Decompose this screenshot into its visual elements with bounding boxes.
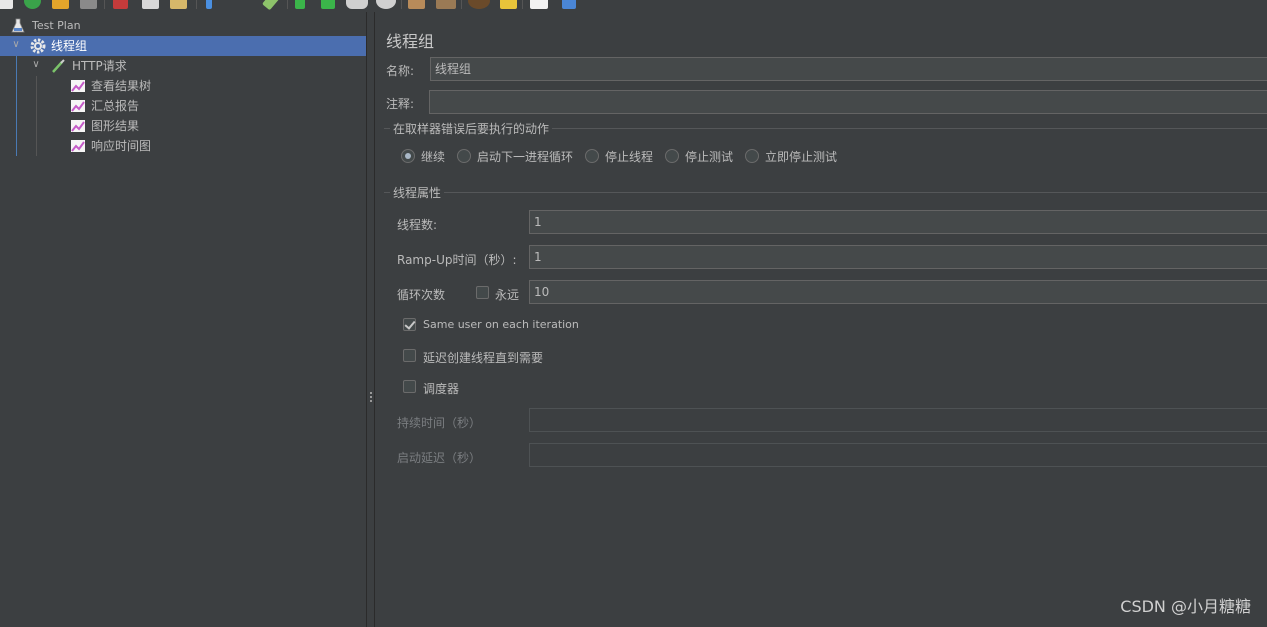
startup-delay-label: 启动延迟（秒） [397,451,482,465]
templates-icon[interactable] [24,0,41,9]
start-icon[interactable] [295,0,305,9]
duration-label: 持续时间（秒） [397,416,482,430]
search-icon[interactable] [468,0,490,9]
radio-start-next-loop-label: 启动下一进程循环 [477,150,574,164]
test-plan-tree: Test Plan ∨ 线程组 ∨ HTTP请求 查看结果树 汇总报告 图形结果… [0,12,366,627]
clear-icon[interactable] [408,0,425,9]
radio-stop-test-now-label: 立即停止测试 [765,150,838,164]
threads-field[interactable]: 1 [529,210,1267,234]
radio-stop-thread[interactable] [585,149,599,163]
same-user-checkbox[interactable] [403,318,416,331]
tree-item-label: 响应时间图 [91,139,152,153]
listener-graph-icon [71,80,85,92]
shutdown-icon[interactable] [376,0,396,9]
function-helper-icon[interactable] [530,0,548,9]
radio-continue[interactable] [401,149,415,163]
sampler-pipette-icon [52,59,65,73]
jmeter-window: Test Plan ∨ 线程组 ∨ HTTP请求 查看结果树 汇总报告 图形结果… [0,0,1267,627]
rampup-field[interactable]: 1 [529,245,1267,269]
threads-label: 线程数: [397,218,438,232]
save-icon[interactable] [80,0,97,9]
splitter-grip-dot [370,392,372,394]
new-icon[interactable] [0,0,13,9]
radio-stop-test-now[interactable] [745,149,759,163]
toolbar-separator [196,0,197,9]
tree-item-label: 汇总报告 [91,99,140,113]
toolbar-separator [104,0,105,9]
gear-icon [30,38,46,54]
toolbar [0,0,1267,12]
chevron-down-icon[interactable]: ∨ [10,39,22,51]
test-plan-icon [11,18,25,33]
toolbar-separator [401,0,402,9]
tree-item-thread-group[interactable]: ∨ 线程组 [0,36,366,56]
tree-item-label: 图形结果 [91,119,140,133]
toolbar-separator [287,0,288,9]
delay-create-checkbox[interactable] [403,349,416,362]
scheduler-label: 调度器 [423,382,460,396]
scheduler-checkbox[interactable] [403,380,416,393]
tree-item-test-plan[interactable]: Test Plan [0,16,366,36]
comment-field[interactable] [429,90,1267,114]
copy-icon[interactable] [142,0,159,9]
tree-item-view-results-tree[interactable]: 查看结果树 [0,76,366,96]
reset-search-icon[interactable] [500,0,517,9]
toggle-icon[interactable] [262,0,280,11]
toolbar-separator [522,0,523,9]
tree-item-label: 查看结果树 [91,79,152,93]
loop-count-label: 循环次数 [397,288,446,302]
rampup-label: Ramp-Up时间（秒）: [397,253,517,267]
name-field[interactable]: 线程组 [430,57,1267,81]
startup-delay-field[interactable] [529,443,1267,467]
chevron-down-icon[interactable]: ∨ [30,59,42,71]
tree-item-response-time-graph[interactable]: 响应时间图 [0,136,366,156]
tree-item-label: HTTP请求 [72,59,127,73]
comment-label: 注释: [386,97,415,111]
tree-item-summary-report[interactable]: 汇总报告 [0,96,366,116]
listener-graph-icon [71,100,85,112]
tree-item-label: 线程组 [51,39,88,53]
panel-splitter[interactable] [366,12,375,627]
radio-stop-test[interactable] [665,149,679,163]
loop-count-field[interactable]: 10 [529,280,1267,304]
help-icon[interactable] [562,0,576,9]
delay-create-label: 延迟创建线程直到需要 [423,351,544,365]
group-border [384,192,1267,193]
listener-graph-icon [71,140,85,152]
radio-start-next-loop[interactable] [457,149,471,163]
forever-checkbox[interactable] [476,286,489,299]
listener-graph-icon [71,120,85,132]
forever-label: 永远 [495,288,520,302]
cut-icon[interactable] [113,0,128,9]
start-no-pause-icon[interactable] [321,0,335,9]
watermark: CSDN @小月糖糖 [1120,597,1251,616]
radio-stop-test-label: 停止测试 [685,150,734,164]
clear-all-icon[interactable] [436,0,456,9]
thread-group-panel: 线程组 名称: 线程组 注释: 在取样器错误后要执行的动作 继续 启动下一进程循… [375,12,1267,627]
tree-item-graph-results[interactable]: 图形结果 [0,116,366,136]
duration-field[interactable] [529,408,1267,432]
same-user-label: Same user on each iteration [423,318,579,331]
stop-icon[interactable] [346,0,368,9]
paste-icon[interactable] [170,0,187,9]
radio-stop-thread-label: 停止线程 [605,150,654,164]
toolbar-separator [461,0,462,9]
open-icon[interactable] [52,0,69,9]
error-action-group-title: 在取样器错误后要执行的动作 [390,120,553,137]
name-label: 名称: [386,64,415,78]
thread-props-group-title: 线程属性 [390,184,445,201]
tree-item-label: Test Plan [32,19,81,32]
splitter-grip-dot [370,396,372,398]
radio-continue-label: 继续 [421,150,446,164]
page-title: 线程组 [386,32,435,51]
splitter-grip-dot [370,400,372,402]
expand-icon[interactable] [206,0,212,9]
tree-item-http-request[interactable]: ∨ HTTP请求 [0,56,366,76]
